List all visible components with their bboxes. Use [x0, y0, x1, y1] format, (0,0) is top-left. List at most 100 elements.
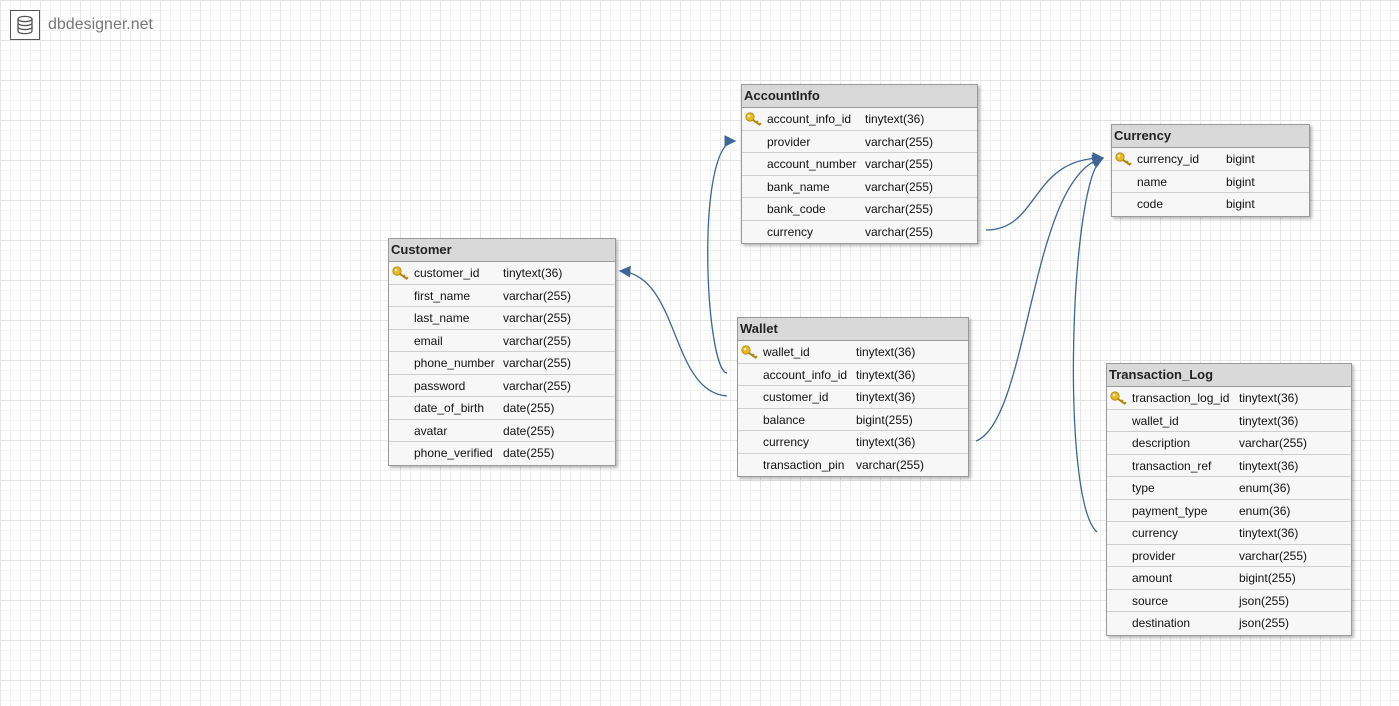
column-type: varchar(255): [503, 378, 572, 393]
relation-accountinfo-currency: [985, 152, 1105, 231]
column-row[interactable]: phone_verified date(255): [389, 442, 615, 465]
column-type: enum(36): [1239, 503, 1291, 518]
column-row[interactable]: payment_type enum(36): [1107, 500, 1351, 522]
column-row[interactable]: name bigint: [1112, 171, 1309, 193]
database-icon: [10, 10, 40, 40]
column-row[interactable]: currency_id bigint: [1112, 148, 1309, 171]
column-name: account_info_id: [767, 112, 852, 126]
relation-wallet-accountinfo: [707, 135, 737, 374]
column-name: email: [414, 333, 443, 348]
column-row[interactable]: account_info_id tinytext(36): [742, 108, 977, 131]
column-name: payment_type: [1132, 503, 1208, 518]
column-name: currency: [1132, 526, 1179, 540]
column-type: bigint: [1226, 197, 1255, 211]
column-name: customer_id: [414, 266, 480, 280]
column-row[interactable]: customer_id tinytext(36): [389, 262, 615, 285]
table-transaction-log[interactable]: Transaction_Log transaction_log_id tinyte…: [1106, 363, 1352, 636]
column-name: type: [1132, 481, 1155, 495]
column-row[interactable]: transaction_ref tinytext(36): [1107, 455, 1351, 477]
table-title[interactable]: Transaction_Log: [1107, 364, 1351, 387]
column-type: bigint(255): [856, 412, 913, 427]
column-name: code: [1137, 197, 1164, 211]
column-name: bank_name: [767, 179, 830, 194]
column-name: phone_number: [414, 356, 495, 370]
column-name: wallet_id: [763, 345, 810, 359]
column-row[interactable]: wallet_id tinytext(36): [1107, 410, 1351, 432]
column-name: balance: [763, 412, 806, 427]
table-customer[interactable]: Customer customer_id tinytext(36) first_na…: [388, 238, 616, 466]
column-row[interactable]: phone_number varchar(255): [389, 352, 615, 375]
relation-wallet-customer: [618, 265, 728, 397]
column-name: password: [414, 378, 466, 393]
column-type: varchar(255): [503, 333, 572, 348]
column-type: varchar(255): [503, 356, 572, 370]
column-name: provider: [767, 134, 811, 149]
column-type: bigint: [1226, 152, 1255, 166]
column-row[interactable]: wallet_id tinytext(36): [738, 341, 968, 364]
table-title[interactable]: AccountInfo: [742, 85, 977, 108]
column-name: currency_id: [1137, 152, 1200, 166]
column-row[interactable]: password varchar(255): [389, 375, 615, 397]
column-type: varchar(255): [1239, 548, 1308, 563]
column-type: varchar(255): [865, 134, 934, 149]
column-row[interactable]: email varchar(255): [389, 330, 615, 352]
column-row[interactable]: provider varchar(255): [742, 131, 977, 153]
column-type: date(255): [503, 446, 555, 460]
table-title[interactable]: Currency: [1112, 125, 1309, 148]
column-type: json(255): [1239, 616, 1290, 630]
column-type: tinytext(36): [856, 345, 916, 359]
column-row[interactable]: source json(255): [1107, 590, 1351, 612]
logo[interactable]: dbdesigner.net: [10, 10, 153, 40]
table-title[interactable]: Wallet: [738, 318, 968, 341]
column-type: tinytext(36): [503, 266, 563, 280]
column-name: transaction_pin: [763, 457, 845, 472]
column-row[interactable]: transaction_log_id tinytext(36): [1107, 387, 1351, 410]
column-row[interactable]: description varchar(255): [1107, 432, 1351, 455]
column-type: varchar(255): [503, 288, 572, 303]
column-row[interactable]: customer_id tinytext(36): [738, 386, 968, 409]
column-row[interactable]: provider varchar(255): [1107, 545, 1351, 567]
column-row[interactable]: currency tinytext(36): [738, 431, 968, 454]
column-name: avatar: [414, 423, 448, 438]
column-name: transaction_ref: [1132, 458, 1212, 473]
column-name: last_name: [414, 311, 470, 325]
table-accountinfo[interactable]: AccountInfo account_info_id tinytext(36) p…: [741, 84, 978, 244]
column-row[interactable]: avatar date(255): [389, 420, 615, 442]
column-name: destination: [1132, 616, 1191, 630]
relation-wallet-currency: [975, 154, 1105, 442]
column-type: varchar(255): [856, 457, 925, 472]
column-name: phone_verified: [414, 446, 493, 460]
column-type: tinytext(36): [1239, 458, 1299, 473]
column-row[interactable]: first_name varchar(255): [389, 285, 615, 307]
column-row[interactable]: bank_name varchar(255): [742, 176, 977, 198]
column-name: customer_id: [763, 390, 829, 404]
table-currency[interactable]: Currency currency_id bigint name bigint code…: [1111, 124, 1310, 217]
column-row[interactable]: date_of_birth date(255): [389, 397, 615, 420]
column-row[interactable]: type enum(36): [1107, 477, 1351, 500]
column-row[interactable]: last_name varchar(255): [389, 307, 615, 330]
column-type: varchar(255): [865, 202, 934, 216]
column-name: account_info_id: [763, 367, 848, 382]
column-type: varchar(255): [865, 179, 934, 194]
column-row[interactable]: transaction_pin varchar(255): [738, 454, 968, 477]
column-name: source: [1132, 593, 1169, 608]
column-row[interactable]: account_info_id tinytext(36): [738, 364, 968, 386]
column-name: wallet_id: [1132, 413, 1179, 428]
column-row[interactable]: currency tinytext(36): [1107, 522, 1351, 545]
column-row[interactable]: bank_code varchar(255): [742, 198, 977, 221]
column-row[interactable]: destination json(255): [1107, 612, 1351, 635]
column-type: bigint: [1226, 174, 1255, 189]
column-row[interactable]: amount bigint(255): [1107, 567, 1351, 590]
table-title[interactable]: Customer: [389, 239, 615, 262]
column-row[interactable]: currency varchar(255): [742, 221, 977, 244]
column-type: varchar(255): [865, 157, 934, 171]
column-name: currency: [767, 224, 814, 239]
column-name: bank_code: [767, 202, 826, 216]
column-name: currency: [763, 435, 810, 449]
column-type: tinytext(36): [856, 367, 916, 382]
table-wallet[interactable]: Wallet wallet_id tinytext(36) account_info…: [737, 317, 969, 477]
column-row[interactable]: account_number varchar(255): [742, 153, 977, 176]
column-name: date_of_birth: [414, 401, 485, 415]
column-row[interactable]: code bigint: [1112, 193, 1309, 216]
column-row[interactable]: balance bigint(255): [738, 409, 968, 431]
